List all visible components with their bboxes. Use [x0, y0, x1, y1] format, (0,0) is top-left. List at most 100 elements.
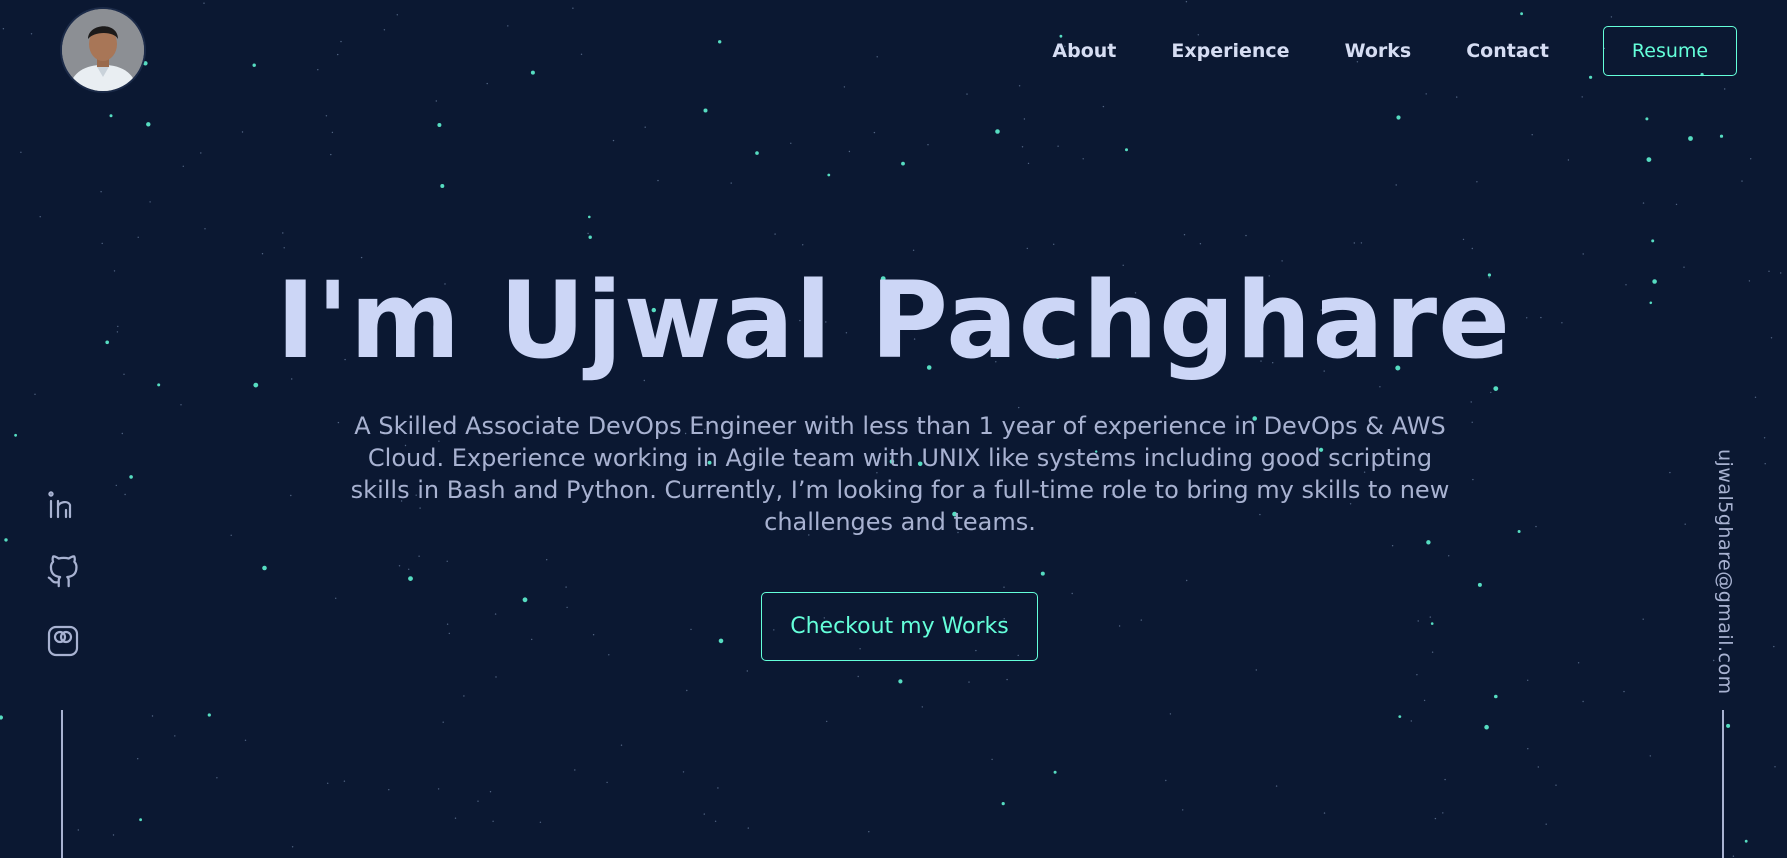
star	[1396, 115, 1401, 120]
star	[1082, 158, 1084, 160]
star	[129, 475, 133, 479]
star	[730, 182, 732, 184]
star	[848, 150, 851, 153]
star	[1582, 700, 1584, 703]
star	[398, 565, 401, 567]
star	[991, 758, 993, 761]
star	[1517, 530, 1521, 533]
star	[437, 123, 442, 127]
star	[1764, 463, 1766, 465]
star	[580, 53, 583, 55]
star	[657, 179, 659, 182]
star	[612, 139, 615, 142]
star	[1255, 669, 1258, 671]
avatar[interactable]	[62, 9, 144, 91]
star	[1323, 812, 1326, 814]
star	[1053, 243, 1055, 245]
star	[331, 131, 334, 134]
star	[1118, 625, 1121, 627]
star	[1649, 755, 1652, 757]
star	[921, 706, 923, 708]
nav-experience-link[interactable]: Experience	[1171, 40, 1289, 62]
nav-about-link[interactable]: About	[1052, 40, 1116, 62]
star	[244, 739, 247, 741]
star	[1535, 525, 1537, 528]
star	[340, 40, 342, 43]
star	[204, 228, 206, 230]
linkedin-icon[interactable]	[46, 488, 80, 522]
star	[1001, 802, 1005, 806]
star	[968, 681, 970, 683]
star	[1018, 85, 1021, 87]
star	[565, 586, 567, 588]
star	[1471, 421, 1473, 423]
star	[1398, 715, 1402, 718]
star	[1494, 694, 1498, 699]
nav-contact-link[interactable]: Contact	[1466, 40, 1549, 62]
star	[112, 834, 115, 836]
star	[1185, 1, 1188, 3]
star	[690, 628, 692, 631]
star	[30, 33, 33, 35]
star	[388, 789, 390, 791]
star	[446, 560, 448, 562]
star	[1071, 592, 1073, 595]
star	[1425, 93, 1427, 95]
star	[200, 152, 202, 154]
star	[1623, 690, 1625, 693]
star	[100, 191, 102, 193]
star	[317, 69, 319, 71]
star	[1417, 620, 1419, 622]
star	[747, 827, 749, 829]
nav-works-link[interactable]: Works	[1345, 40, 1412, 62]
star	[1719, 134, 1724, 138]
instagram-icon[interactable]	[46, 624, 80, 658]
star	[703, 813, 705, 815]
star	[1434, 817, 1437, 820]
github-icon[interactable]	[46, 555, 80, 589]
star	[1006, 678, 1008, 681]
star	[1472, 478, 1474, 481]
star	[1732, 855, 1735, 857]
star	[588, 235, 592, 239]
star	[435, 100, 437, 102]
star	[539, 821, 542, 823]
star	[1423, 699, 1426, 702]
checkout-works-button[interactable]: Checkout my Works	[761, 592, 1038, 661]
star	[1527, 679, 1529, 681]
star	[0, 715, 3, 720]
star	[1442, 812, 1444, 814]
star	[1245, 234, 1247, 237]
star	[774, 233, 776, 235]
star	[1470, 401, 1472, 403]
star	[151, 715, 154, 717]
star	[241, 131, 244, 133]
star	[230, 534, 232, 536]
hero-title: I'm Ujwal Pachghare	[275, 259, 1512, 382]
star	[572, 7, 574, 9]
star	[1379, 386, 1381, 388]
star	[207, 713, 211, 717]
star	[330, 153, 332, 156]
star	[137, 758, 139, 760]
star	[1360, 242, 1363, 244]
star	[1186, 579, 1188, 582]
star	[1430, 622, 1434, 625]
star	[746, 670, 748, 672]
star	[137, 236, 139, 238]
star	[1429, 616, 1432, 618]
star	[592, 634, 595, 636]
star	[1477, 582, 1482, 587]
star	[1199, 243, 1202, 245]
star	[489, 791, 492, 793]
star	[203, 2, 205, 4]
star	[343, 780, 346, 782]
star	[1023, 118, 1026, 120]
star	[121, 432, 124, 435]
email-link[interactable]: ujwal5ghare@gmail.com	[1714, 449, 1736, 695]
star	[327, 782, 329, 784]
star	[442, 721, 444, 723]
resume-button[interactable]: Resume	[1603, 26, 1737, 76]
star	[1040, 571, 1045, 576]
star	[530, 70, 535, 75]
